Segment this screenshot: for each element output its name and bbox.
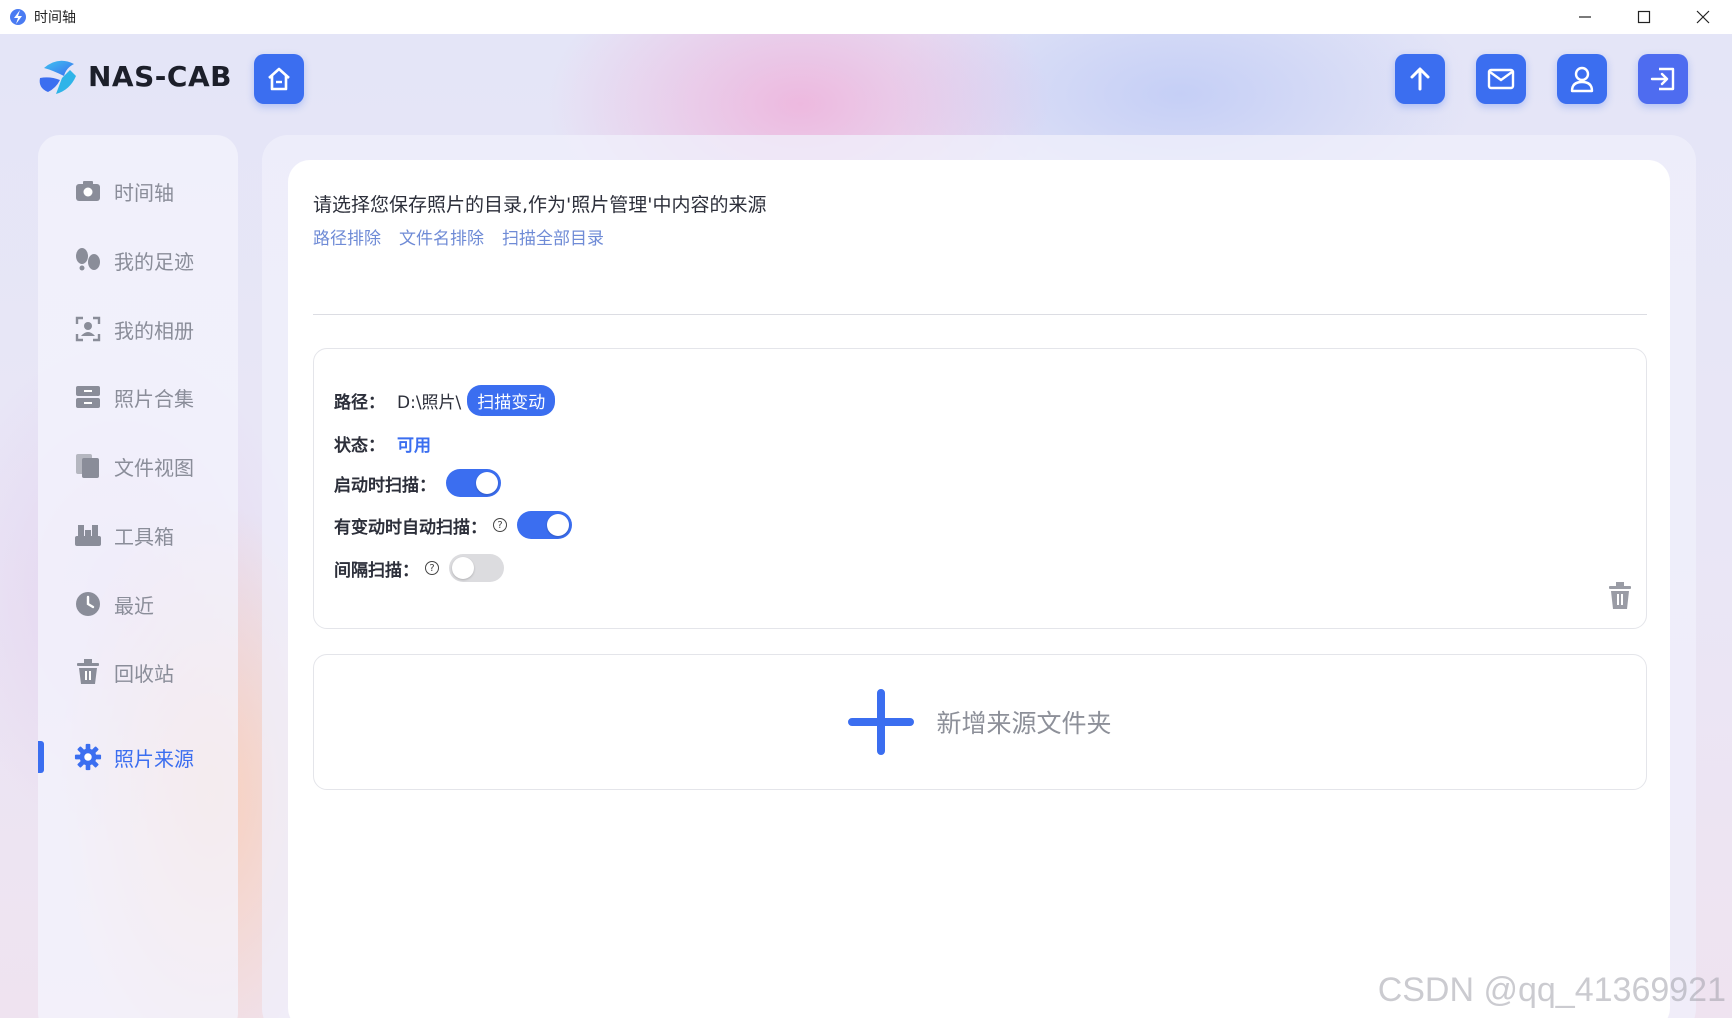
add-source-folder-button[interactable]: 新增来源文件夹 bbox=[313, 654, 1647, 790]
sidebar-item-timeline[interactable]: 时间轴 bbox=[74, 171, 174, 211]
scan-on-start-row: 启动时扫描： bbox=[334, 469, 501, 497]
upload-button[interactable] bbox=[1395, 54, 1445, 104]
sidebar: 时间轴 我的足迹 我的相册 照片合集 文件视图 工具箱 最近 回收站 照片来源 bbox=[38, 135, 238, 1018]
interval-scan-toggle[interactable] bbox=[449, 554, 504, 582]
scan-changes-button[interactable]: 扫描变动 bbox=[467, 385, 556, 416]
archive-icon bbox=[74, 383, 102, 411]
upload-icon bbox=[1410, 67, 1430, 91]
help-icon[interactable]: ? bbox=[493, 518, 507, 532]
filename-exclude-link[interactable]: 文件名排除 bbox=[399, 224, 484, 249]
interval-scan-row: 间隔扫描： ? bbox=[334, 554, 504, 582]
sidebar-item-label: 我的相册 bbox=[114, 318, 194, 343]
path-value: D:\照片\ bbox=[397, 393, 462, 413]
sidebar-item-label: 照片来源 bbox=[114, 746, 194, 771]
close-button[interactable] bbox=[1673, 0, 1732, 34]
maximize-icon bbox=[1637, 10, 1650, 24]
path-exclude-link[interactable]: 路径排除 bbox=[313, 224, 381, 249]
sidebar-item-footprints[interactable]: 我的足迹 bbox=[74, 240, 194, 280]
active-indicator bbox=[38, 741, 44, 773]
brand-name: NAS-CAB bbox=[88, 59, 232, 93]
scan-on-start-toggle[interactable] bbox=[446, 469, 501, 497]
help-icon[interactable]: ? bbox=[425, 561, 439, 575]
sidebar-item-file-view[interactable]: 文件视图 bbox=[74, 446, 194, 486]
maximize-button[interactable] bbox=[1614, 0, 1673, 34]
minimize-icon bbox=[1578, 16, 1591, 18]
photo-source-card: 请选择您保存照片的目录,作为'照片管理'中内容的来源 路径排除 文件名排除 扫描… bbox=[288, 160, 1670, 1018]
action-links: 路径排除 文件名排除 扫描全部目录 bbox=[313, 224, 604, 249]
add-folder-label: 新增来源文件夹 bbox=[936, 709, 1112, 738]
path-row: 路径： D:\照片\ 扫描变动 bbox=[334, 385, 556, 416]
sidebar-item-photo-source[interactable]: 照片来源 bbox=[74, 737, 194, 777]
source-folder-card: 路径： D:\照片\ 扫描变动 状态： 可用 启动时扫描： 有变动时自动扫描： … bbox=[313, 348, 1647, 629]
sidebar-item-collections[interactable]: 照片合集 bbox=[74, 377, 194, 417]
sidebar-item-label: 最近 bbox=[114, 593, 154, 618]
mail-button[interactable] bbox=[1476, 54, 1526, 104]
footprints-icon bbox=[74, 246, 102, 274]
path-label: 路径： bbox=[334, 393, 385, 413]
user-icon bbox=[1570, 66, 1594, 93]
minimize-button[interactable] bbox=[1555, 0, 1614, 34]
close-icon bbox=[1696, 10, 1709, 24]
camera-icon bbox=[74, 177, 102, 205]
user-button[interactable] bbox=[1557, 54, 1607, 104]
face-album-icon bbox=[74, 315, 102, 343]
logout-button[interactable] bbox=[1638, 54, 1688, 104]
gear-icon bbox=[74, 743, 102, 771]
plus-icon bbox=[848, 689, 915, 755]
page-description: 请选择您保存照片的目录,作为'照片管理'中内容的来源 bbox=[313, 194, 767, 216]
sidebar-item-toolbox[interactable]: 工具箱 bbox=[74, 515, 174, 555]
watermark: CSDN @qq_41369921 bbox=[1377, 971, 1726, 1009]
interval-scan-label: 间隔扫描： bbox=[334, 560, 419, 581]
toolbox-icon bbox=[74, 521, 102, 549]
auto-scan-row: 有变动时自动扫描： ? bbox=[334, 511, 572, 539]
brand-logo[interactable]: NAS-CAB bbox=[36, 56, 232, 96]
logout-icon bbox=[1650, 67, 1675, 91]
scan-on-start-label: 启动时扫描： bbox=[334, 475, 436, 496]
sidebar-item-label: 时间轴 bbox=[114, 180, 174, 205]
sidebar-item-label: 照片合集 bbox=[114, 386, 194, 411]
home-button[interactable] bbox=[254, 54, 304, 104]
mail-icon bbox=[1487, 68, 1515, 90]
status-label: 状态： bbox=[334, 436, 385, 456]
auto-scan-label: 有变动时自动扫描： bbox=[334, 517, 487, 538]
window-title: 时间轴 bbox=[34, 10, 76, 26]
app-window: NAS-CAB 时间轴 我的足迹 我的相册 照片合集 文件视图 工具箱 最近 回… bbox=[0, 34, 1732, 1018]
clock-icon bbox=[74, 590, 102, 618]
sidebar-item-label: 工具箱 bbox=[114, 524, 174, 549]
files-icon bbox=[74, 452, 102, 480]
home-icon bbox=[268, 67, 290, 91]
sidebar-item-recent[interactable]: 最近 bbox=[74, 584, 154, 624]
status-value: 可用 bbox=[397, 436, 431, 456]
sidebar-item-label: 文件视图 bbox=[114, 455, 194, 480]
scan-all-link[interactable]: 扫描全部目录 bbox=[502, 224, 604, 249]
sidebar-item-my-album[interactable]: 我的相册 bbox=[74, 309, 194, 349]
app-logo-icon bbox=[10, 9, 26, 25]
trash-icon bbox=[74, 658, 102, 686]
status-row: 状态： 可用 bbox=[334, 431, 431, 456]
auto-scan-toggle[interactable] bbox=[517, 511, 572, 539]
window-titlebar: 时间轴 bbox=[0, 0, 1732, 34]
sidebar-item-label: 回收站 bbox=[114, 661, 174, 686]
divider bbox=[313, 314, 1647, 315]
sidebar-item-recycle-bin[interactable]: 回收站 bbox=[74, 652, 174, 692]
sidebar-item-label: 我的足迹 bbox=[114, 249, 194, 274]
delete-source-icon[interactable] bbox=[1607, 582, 1633, 610]
nas-cab-logo-icon bbox=[39, 60, 76, 94]
